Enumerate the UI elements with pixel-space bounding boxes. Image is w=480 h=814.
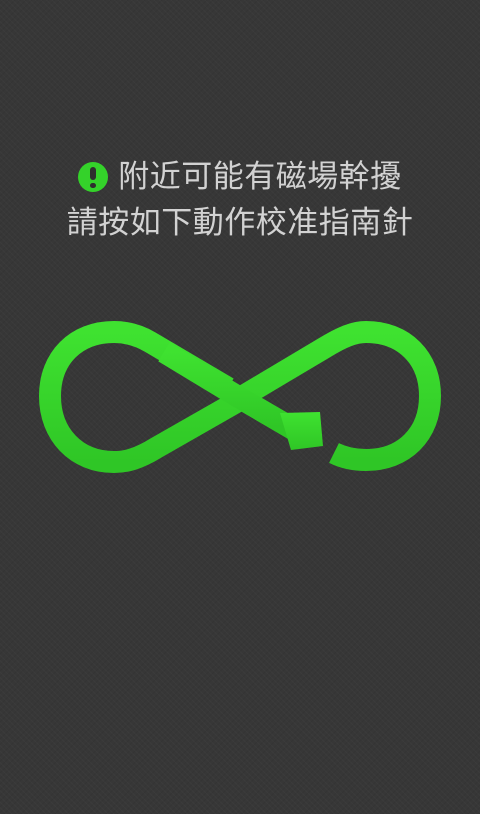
figure-eight-arrow-head xyxy=(280,412,323,450)
figure-eight-right-top xyxy=(234,320,442,472)
figure-eight-left-loop xyxy=(38,320,246,474)
interference-warning: 附近可能有磁場幹擾 請按如下動作校准指南針 xyxy=(0,154,480,246)
exclamation-circle-icon xyxy=(78,162,109,192)
warning-text-line-2: 請按如下動作校准指南針 xyxy=(66,205,414,241)
compass-calibration-screen: 附近可能有磁場幹擾 請按如下動作校准指南針 xyxy=(0,0,480,814)
warning-text-line-1: 附近可能有磁場幹擾 xyxy=(118,159,402,195)
figure-eight-arrow-icon xyxy=(38,320,442,474)
warning-line-2: 請按如下動作校准指南針 xyxy=(0,200,480,246)
warning-line-1: 附近可能有磁場幹擾 xyxy=(0,154,480,200)
